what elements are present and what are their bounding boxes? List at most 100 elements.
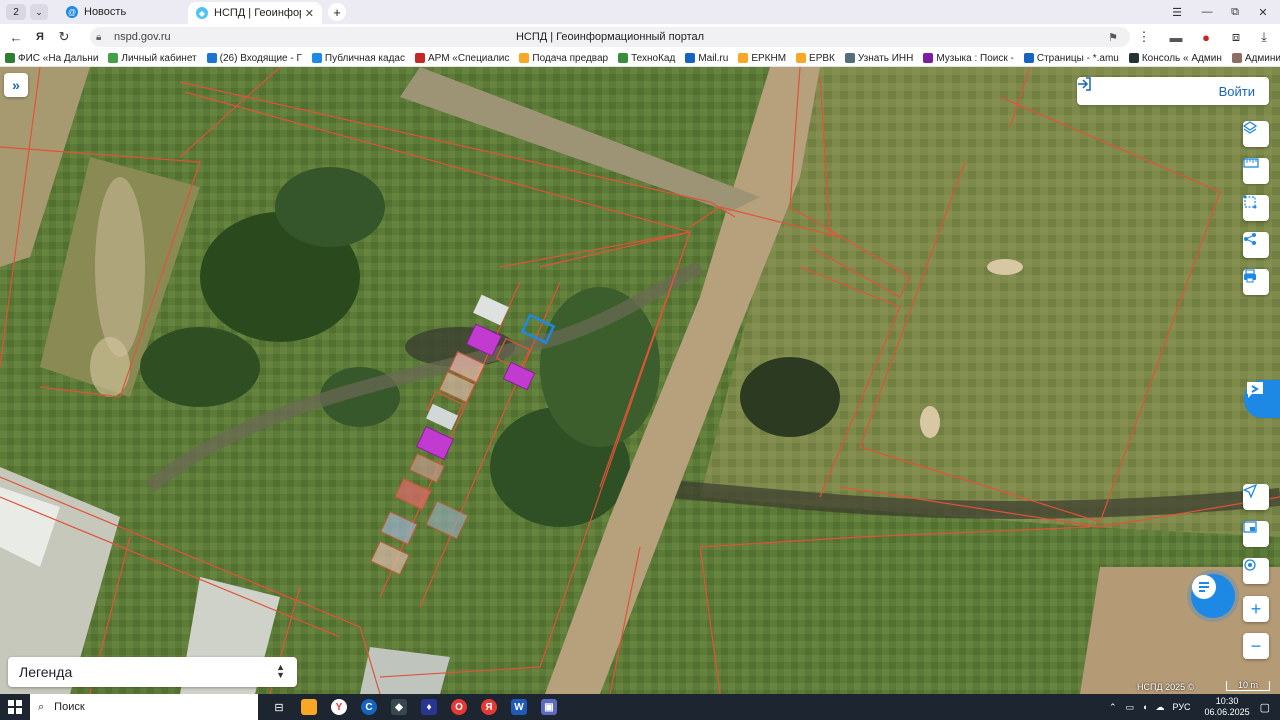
close-tab-icon[interactable]: ✕ — [305, 7, 314, 20]
bookmark-item[interactable]: ТехноКад — [613, 53, 680, 64]
bookmark-item[interactable]: (26) Входящие - Г — [202, 53, 307, 64]
legend-panel[interactable]: Легенда ▲ ▼ — [8, 657, 297, 687]
crest-app-icon[interactable]: ♦ — [414, 694, 444, 720]
locate-icon[interactable] — [1243, 558, 1269, 584]
clock[interactable]: 10:30 06.06.2025 — [1205, 696, 1250, 718]
chat-icon[interactable] — [1191, 574, 1235, 618]
restore-icon[interactable]: ⧉ — [1220, 0, 1250, 24]
notifications-icon[interactable]: ▢ — [1260, 701, 1270, 714]
cloud-icon[interactable]: ☁ — [1156, 702, 1165, 713]
bookmark-item[interactable]: ЕРВК — [791, 53, 840, 64]
tab-news[interactable]: @ Новость — [58, 0, 188, 24]
close-window-icon[interactable]: ✕ — [1248, 0, 1278, 24]
print-icon[interactable] — [1243, 269, 1269, 295]
bookmark-item[interactable]: ЕРКНМ — [733, 53, 791, 64]
bookmark-item[interactable]: Узнать ИНН — [840, 53, 918, 64]
bookmark-label: Узнать ИНН — [857, 52, 914, 64]
tab-list-dropdown-icon[interactable]: ⌄ — [30, 4, 48, 20]
bookmark-label: Администрация — [1244, 52, 1280, 64]
yandex-browser-icon[interactable]: Y — [324, 694, 354, 720]
taskbar-search[interactable]: ⌕ Поиск — [30, 694, 258, 720]
ruler-icon[interactable] — [1243, 158, 1269, 184]
tab-nspd[interactable]: ◆ НСПД | Геоинформаци ✕ — [188, 2, 322, 24]
bookmark-item[interactable]: Администрация — [1227, 53, 1280, 64]
bookmark-label: АРМ «Специалис — [427, 52, 510, 64]
scale-bar: 10 m — [1226, 681, 1270, 691]
bookmark-label: ТехноКад — [631, 52, 676, 64]
network-icon[interactable]: ▭ — [1126, 702, 1135, 713]
satellite-map-layer — [0, 67, 1280, 694]
app-active-icon[interactable]: ▣ — [534, 694, 564, 720]
word-icon[interactable]: W — [504, 694, 534, 720]
nspd-favicon-icon: ◆ — [196, 7, 208, 19]
yandex-home-icon[interactable]: Я — [28, 25, 52, 49]
tab-count-badge[interactable]: 2 — [6, 4, 26, 20]
login-arrow-icon — [1078, 77, 1091, 91]
bookmark-label: Подача предвар — [532, 52, 609, 64]
bookmark-label: (26) Входящие - Г — [219, 52, 302, 64]
extension-icon[interactable]: ▬ — [1164, 25, 1188, 49]
yandex-icon[interactable]: Я — [474, 694, 504, 720]
tray-overflow-icon[interactable]: ⌃ — [1109, 702, 1117, 713]
bookmark-label: ЕРВК — [809, 52, 835, 64]
windows-start-icon[interactable] — [0, 694, 30, 720]
bookmark-item[interactable]: Публичная кадас — [307, 53, 410, 64]
legend-toggle-icon[interactable]: ▲ ▼ — [276, 663, 285, 680]
share-icon[interactable] — [1243, 232, 1269, 258]
bookmark-label: Публичная кадас — [324, 52, 405, 64]
expand-panel-icon[interactable]: » — [4, 73, 28, 97]
clock-date: 06.06.2025 — [1204, 707, 1250, 717]
bookmark-favicon-icon — [844, 53, 855, 63]
shield-app-icon[interactable]: ◆ — [384, 694, 414, 720]
taskbar-search-placeholder: Поиск — [54, 701, 85, 713]
minimize-icon[interactable]: — — [1192, 0, 1222, 24]
minimap-icon[interactable] — [1243, 521, 1269, 547]
navigate-icon[interactable] — [1243, 484, 1269, 510]
extension-avatar-icon[interactable]: ● — [1194, 25, 1218, 49]
map-viewport[interactable]: » Войти + − Легенда ▲ ▼ НСПД 2025 © 10 m — [0, 67, 1280, 694]
news-favicon-icon: @ — [66, 6, 78, 18]
bookmark-icon[interactable]: ⚑ — [1108, 31, 1118, 44]
tab-label: Новость — [84, 6, 127, 18]
zoom-in-icon[interactable]: + — [1243, 596, 1269, 622]
app-c-icon[interactable]: C — [354, 694, 384, 720]
layers-icon[interactable] — [1243, 121, 1269, 147]
more-options-icon[interactable]: ⋮ — [1132, 25, 1156, 49]
url-field[interactable]: 🔒︎ nspd.gov.ru НСПД | Геоинформационный … — [90, 27, 1130, 47]
zoom-out-icon[interactable]: − — [1243, 633, 1269, 659]
new-tab-button[interactable]: + — [328, 3, 346, 21]
bookmark-label: Музыка : Поиск - — [936, 52, 1014, 64]
bookmark-label: Личный кабинет — [121, 52, 197, 64]
reload-icon[interactable]: ↻ — [52, 25, 76, 49]
assistant-tab-icon[interactable] — [1244, 380, 1280, 418]
bookmark-item[interactable]: Подача предвар — [514, 53, 613, 64]
bookmark-item[interactable]: Музыка : Поиск - — [918, 53, 1019, 64]
volume-icon[interactable]: ◖ — [1142, 702, 1147, 712]
bookmarks-bar: ФИС «На Дальни Личный кабинет (26) Входящи… — [0, 50, 1280, 67]
bookmark-item[interactable]: ФИС «На Дальни — [0, 53, 103, 64]
bookmark-item[interactable]: Личный кабинет — [103, 53, 201, 64]
bookmark-item[interactable]: Страницы - *.amu — [1019, 53, 1124, 64]
search-icon: ⌕ — [38, 700, 45, 713]
bookmark-item[interactable]: АРМ «Специалис — [410, 53, 514, 64]
language-indicator[interactable]: РУС — [1173, 702, 1191, 712]
bookmark-item[interactable]: Mail.ru — [680, 53, 733, 64]
bookmark-favicon-icon — [685, 53, 696, 63]
bookmark-label: Консоль « Админ — [1141, 52, 1222, 64]
lock-icon: 🔒︎ — [96, 31, 102, 43]
login-button[interactable]: Войти — [1077, 77, 1269, 105]
download-icon[interactable]: ⤓ — [1252, 25, 1276, 49]
extension-puzzle-icon[interactable]: ⧈ — [1224, 25, 1248, 49]
task-view-icon[interactable]: ⊟ — [264, 694, 294, 720]
opera-icon[interactable]: O — [444, 694, 474, 720]
select-area-icon[interactable] — [1243, 195, 1269, 221]
bookmark-favicon-icon — [311, 53, 322, 63]
legend-label: Легенда — [19, 664, 73, 680]
back-icon[interactable]: ← — [4, 25, 28, 49]
file-explorer-icon[interactable] — [294, 694, 324, 720]
browser-menu-icon[interactable]: ☰ — [1162, 0, 1192, 24]
address-bar-row: ← Я ↻ 🔒︎ nspd.gov.ru НСПД | Геоинформаци… — [0, 24, 1280, 50]
bookmark-item[interactable]: Консоль « Админ — [1124, 53, 1227, 64]
bookmark-favicon-icon — [108, 53, 119, 63]
url-text: nspd.gov.ru — [114, 31, 171, 43]
